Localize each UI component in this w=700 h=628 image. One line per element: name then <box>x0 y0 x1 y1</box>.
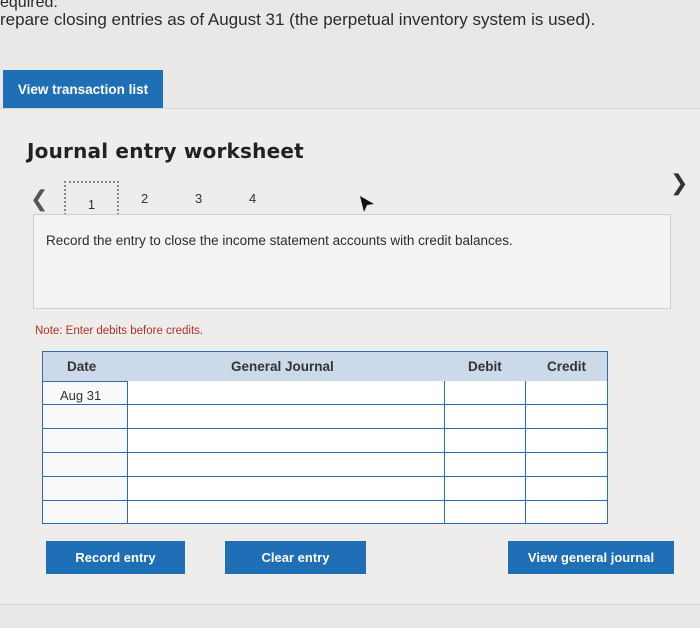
date-cell <box>43 453 127 476</box>
note-text: Note: Enter debits before credits. <box>35 325 204 337</box>
table-row <box>43 477 607 501</box>
view-transaction-list-button[interactable]: View transaction list <box>3 70 163 108</box>
debit-input[interactable] <box>445 429 526 452</box>
credit-input[interactable] <box>526 501 607 523</box>
page-tab-3[interactable]: 3 <box>195 191 202 206</box>
account-input[interactable] <box>127 453 445 476</box>
header-credit: Credit <box>547 359 587 374</box>
prompt-text: Record the entry to close the income sta… <box>46 233 513 248</box>
table-row <box>43 501 607 523</box>
header-date: Date <box>67 359 97 374</box>
debit-input[interactable] <box>445 477 526 500</box>
date-cell <box>43 405 127 428</box>
debit-input[interactable] <box>445 501 526 523</box>
date-cell: Aug 31 <box>60 388 102 403</box>
record-entry-button[interactable]: Record entry <box>46 541 185 574</box>
table-row <box>43 453 607 477</box>
credit-input[interactable] <box>526 453 607 476</box>
page-tab-4[interactable]: 4 <box>249 191 256 206</box>
instructions-text: repare closing entries as of August 31 (… <box>0 10 596 29</box>
view-general-journal-button[interactable]: View general journal <box>508 541 674 574</box>
credit-input[interactable] <box>526 405 607 428</box>
date-cell <box>43 477 127 500</box>
mouse-cursor-icon <box>360 196 374 212</box>
header-general-journal: General Journal <box>231 359 334 374</box>
table-row: Aug 31 <box>43 381 607 405</box>
debit-input[interactable] <box>445 405 526 428</box>
credit-input[interactable] <box>526 477 607 500</box>
date-cell <box>43 501 127 523</box>
table-row <box>43 405 607 429</box>
debit-input[interactable] <box>445 381 526 404</box>
prompt-box: Record the entry to close the income sta… <box>33 214 671 309</box>
credit-input[interactable] <box>526 429 607 452</box>
page-tab-label: 1 <box>87 196 96 212</box>
clear-entry-button[interactable]: Clear entry <box>225 541 366 574</box>
header-debit: Debit <box>468 359 502 374</box>
chevron-left-icon[interactable]: ❮ <box>30 186 48 212</box>
account-input[interactable] <box>127 405 445 428</box>
page-tab-2[interactable]: 2 <box>141 191 148 206</box>
credit-input[interactable] <box>526 381 607 404</box>
account-input[interactable] <box>127 429 445 452</box>
chevron-right-icon[interactable]: ❯ <box>670 170 688 196</box>
account-input[interactable] <box>127 381 445 404</box>
table-header: Date General Journal Debit Credit <box>43 352 607 382</box>
journal-table: Date General Journal Debit Credit Aug 31 <box>42 351 608 524</box>
debit-input[interactable] <box>445 453 526 476</box>
account-input[interactable] <box>127 501 445 523</box>
date-cell <box>43 429 127 452</box>
account-input[interactable] <box>127 477 445 500</box>
table-row <box>43 429 607 453</box>
worksheet-title: Journal entry worksheet <box>27 139 304 163</box>
